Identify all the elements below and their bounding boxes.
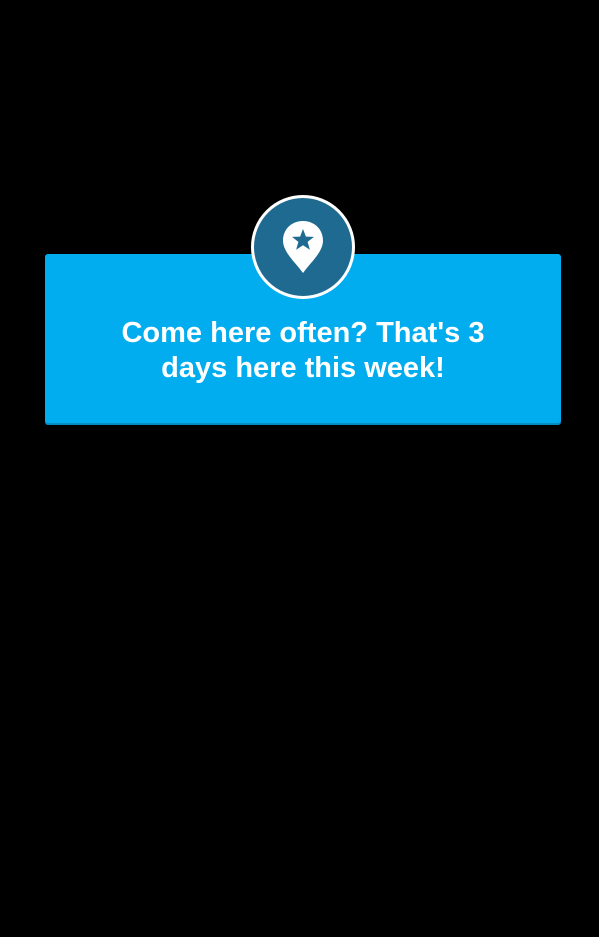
location-badge xyxy=(251,195,355,299)
location-pin-star-icon xyxy=(283,221,323,273)
notification-message: Come here often? That's 3 days here this… xyxy=(121,317,485,384)
